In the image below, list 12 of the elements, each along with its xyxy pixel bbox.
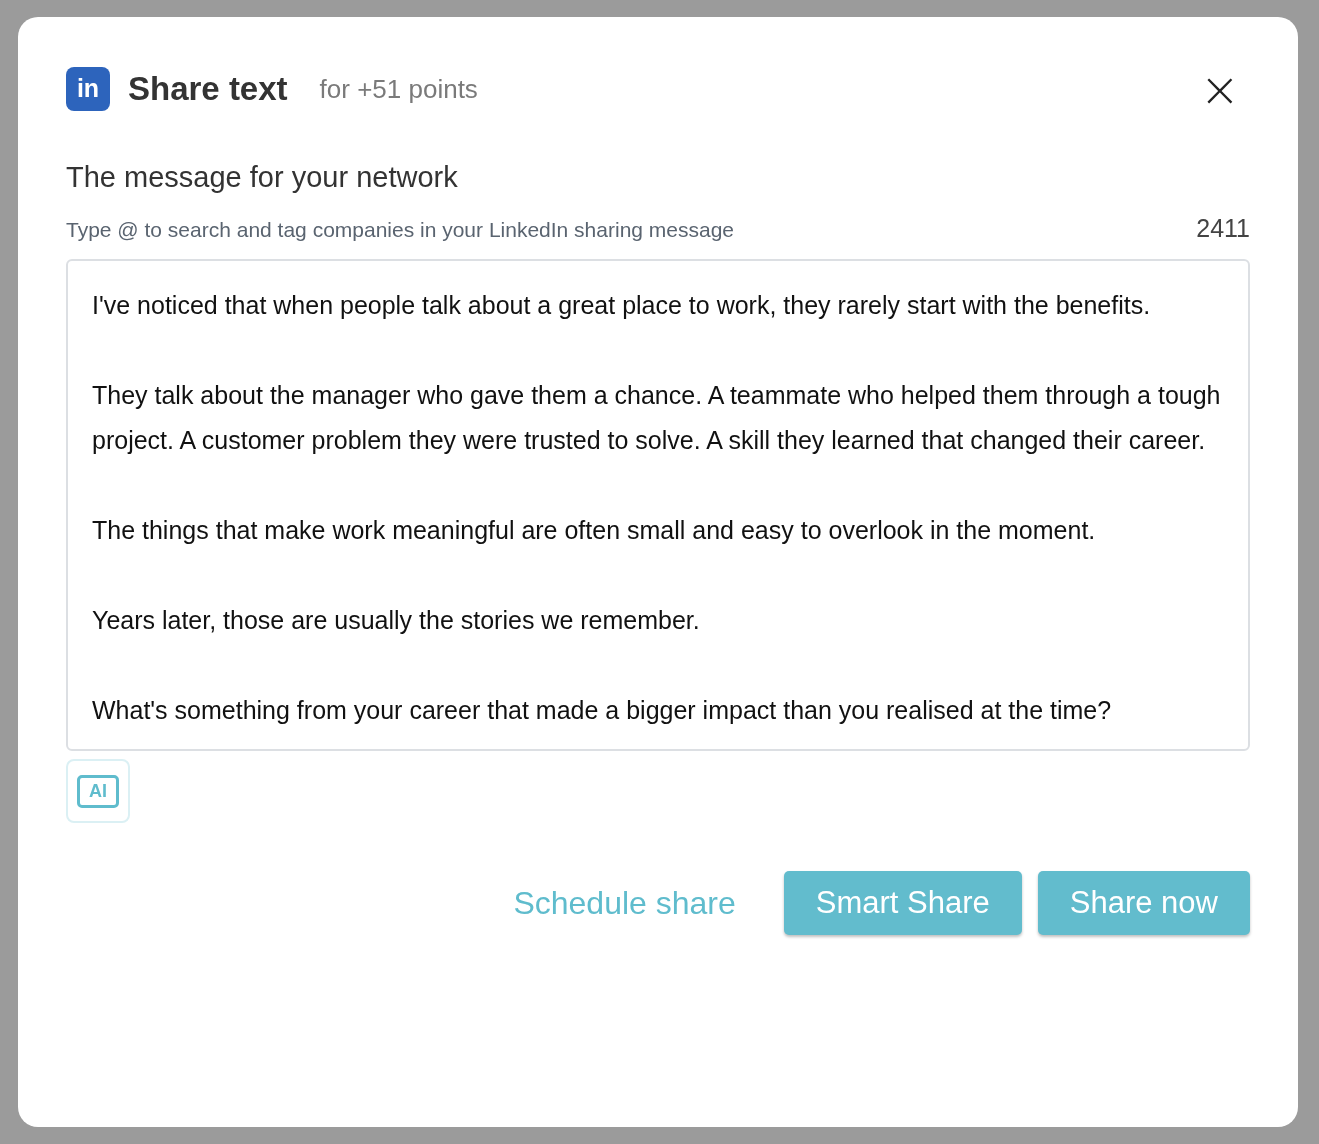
character-count: 2411 (1196, 214, 1250, 243)
message-field[interactable]: I've noticed that when people talk about a great place to work, they rarely start with the benefits. They talk about the manager who gave them a chance. A teammate who helped them through a tough project. A customer problem they were trusted to solve. A skill they learned that changed their career. The things that make work meaningful are often small and easy to overlook in the moment. Years later, those are usually the stories we remember. What's something from your career that made a bigger impact than you realised at the time? (66, 259, 1250, 751)
share-button[interactable]: Smart Share (783, 871, 1022, 935)
ai-button[interactable]: AI (66, 759, 130, 823)
points-label: for +51 points (319, 73, 478, 105)
hint-text: Type @ to search and tag companies in your LinkedIn sharing message (66, 218, 735, 242)
dialog-title: Share text (128, 70, 288, 108)
schedule-share-link[interactable]: Schedule share (513, 884, 736, 922)
linkedin-logo-icon: in (66, 67, 110, 111)
field-label: The message for your network (66, 161, 459, 194)
share-button[interactable]: Share now (1037, 871, 1250, 935)
close-button[interactable]: × (1189, 65, 1250, 113)
